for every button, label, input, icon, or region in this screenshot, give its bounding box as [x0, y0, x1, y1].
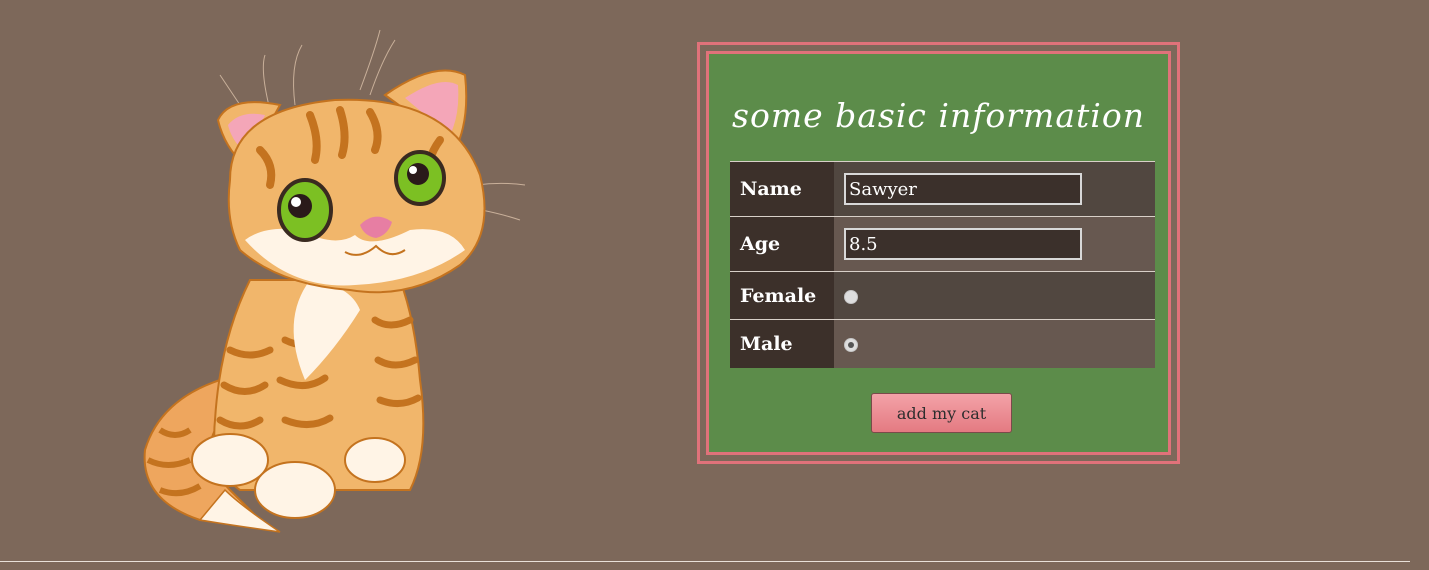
- female-row: Female: [730, 271, 1155, 320]
- age-row: Age: [730, 216, 1155, 272]
- cat-info-form-frame: some basic information Name Age Female: [697, 42, 1180, 464]
- male-row: Male: [730, 319, 1155, 368]
- age-input[interactable]: [844, 228, 1082, 260]
- kitten-illustration: [143, 29, 526, 533]
- add-my-cat-button[interactable]: add my cat: [871, 393, 1012, 433]
- name-input[interactable]: [844, 173, 1082, 205]
- info-table: Name Age Female Male: [730, 161, 1155, 368]
- footer-divider: [0, 561, 1410, 562]
- male-radio[interactable]: [844, 337, 858, 352]
- name-row: Name: [730, 161, 1155, 217]
- female-cell: [834, 271, 1155, 320]
- male-label: Male: [730, 319, 834, 368]
- name-cell: [834, 161, 1155, 217]
- cat-info-form: some basic information Name Age Female: [706, 51, 1171, 455]
- female-radio[interactable]: [844, 289, 858, 304]
- age-label: Age: [730, 216, 834, 272]
- form-title: some basic information: [732, 96, 1145, 135]
- male-cell: [834, 319, 1155, 368]
- age-cell: [834, 216, 1155, 272]
- female-label: Female: [730, 271, 834, 320]
- name-label: Name: [730, 161, 834, 217]
